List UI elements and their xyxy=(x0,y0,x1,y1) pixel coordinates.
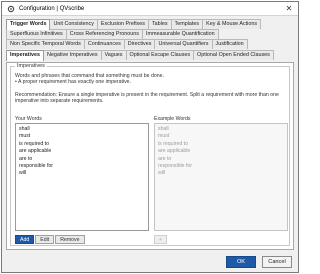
ok-button[interactable]: OK xyxy=(226,256,256,268)
list-item: is required to xyxy=(158,140,188,147)
tab-imperatives[interactable]: Imperatives xyxy=(6,50,44,61)
tab-tables[interactable]: Tables xyxy=(147,19,172,29)
example-words-list: shall must is required to are applicable are… xyxy=(154,123,288,231)
window-title: Configuration | QVscribe xyxy=(19,5,85,12)
cancel-button[interactable]: Cancel xyxy=(262,256,292,268)
list-item[interactable]: responsible for xyxy=(19,163,145,170)
description: Words and phrases that command that some… xyxy=(15,73,287,105)
tab-non-specific-temporal-words[interactable]: Non Specific Temporal Words xyxy=(6,39,85,49)
add-button[interactable]: Add xyxy=(15,235,35,244)
tab-row-1: Trigger Words Unit Consistency Exclusion P… xyxy=(6,19,262,30)
close-icon[interactable]: ✕ xyxy=(282,2,296,15)
list-item: responsible for xyxy=(158,163,193,170)
tab-optional-escape-clauses[interactable]: Optional Escape Clauses xyxy=(125,50,195,60)
tab-vagues[interactable]: Vagues xyxy=(100,50,127,60)
list-item: will xyxy=(158,170,166,177)
gear-icon xyxy=(7,5,15,13)
list-item[interactable]: is required to xyxy=(19,141,145,148)
list-item: shall xyxy=(158,126,169,132)
your-words-list[interactable]: shall must is required to are applicable are… xyxy=(15,123,149,231)
group-title: Imperatives xyxy=(15,63,47,69)
tab-negative-imperatives[interactable]: Negative Imperatives xyxy=(42,50,102,60)
tab-key-mouse-actions[interactable]: Key & Mouse Actions xyxy=(202,19,262,29)
configuration-window: Configuration | QVscribe ✕ Trigger Words… xyxy=(1,1,299,273)
list-item: are to xyxy=(158,155,172,162)
your-words-buttons: Add Edit Remove xyxy=(15,235,85,244)
list-item: are applicable xyxy=(158,148,191,155)
description-line-2: • A proper requirement has exactly one i… xyxy=(15,79,132,86)
your-words-label: Your Words xyxy=(15,116,42,122)
tab-optional-open-ended-clauses[interactable]: Optional Open Ended Clauses xyxy=(193,50,274,60)
imperatives-group: Imperatives Words and phrases that comma… xyxy=(10,63,290,246)
example-words-buttons: + xyxy=(154,235,168,244)
tab-row-3: Non Specific Temporal Words Continuances D… xyxy=(6,39,248,49)
tab-unit-consistency[interactable]: Unit Consistency xyxy=(49,19,98,29)
recommendation-text: Recommendation: Ensure a single imperati… xyxy=(15,91,279,105)
tab-page-imperatives: Imperatives Words and phrases that comma… xyxy=(6,62,294,250)
tab-superfluous-infinitives[interactable]: Superfluous Infinitives xyxy=(6,29,67,39)
tab-cross-referencing-pronouns[interactable]: Cross Referencing Pronouns xyxy=(65,29,143,39)
add-example-button[interactable]: + xyxy=(154,235,168,244)
tab-templates[interactable]: Templates xyxy=(170,19,204,29)
tab-universal-quantifiers[interactable]: Universal Quantifiers xyxy=(154,39,213,49)
tab-row-2: Superfluous Infinitives Cross Referencing… xyxy=(6,29,219,39)
tab-continuances[interactable]: Continuances xyxy=(83,39,125,49)
list-item[interactable]: shall xyxy=(19,126,145,133)
tab-immeasurable-quantification[interactable]: Immeasurable Quantification xyxy=(141,29,219,39)
list-item[interactable]: are to xyxy=(19,156,145,163)
list-item[interactable]: are applicable xyxy=(19,148,145,155)
tab-row-4: Imperatives Negative Imperatives Vagues Opt… xyxy=(6,50,274,61)
tab-exclusion-prefixes[interactable]: Exclusion Prefixes xyxy=(96,19,149,29)
remove-button[interactable]: Remove xyxy=(55,235,85,244)
edit-button[interactable]: Edit xyxy=(35,235,55,244)
tab-directives[interactable]: Directives xyxy=(123,39,156,49)
tab-justification[interactable]: Justification xyxy=(211,39,248,49)
title-bar: Configuration | QVscribe ✕ xyxy=(2,2,298,16)
list-item[interactable]: must xyxy=(19,133,145,140)
list-item[interactable]: will xyxy=(19,170,145,177)
tab-trigger-words[interactable]: Trigger Words xyxy=(6,19,51,30)
list-item: must xyxy=(158,133,170,140)
example-words-label: Example Words xyxy=(154,116,191,122)
